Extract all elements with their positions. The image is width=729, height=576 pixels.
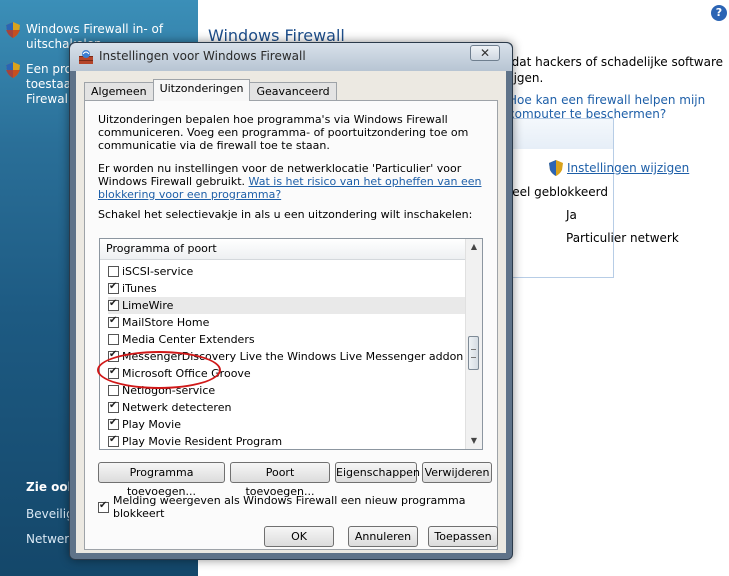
list-item[interactable]: Play Movie Resident Program bbox=[108, 433, 466, 450]
program-name: Netwerk detecteren bbox=[122, 401, 232, 414]
list-scrollbar[interactable]: ▲ ▼ bbox=[465, 239, 482, 449]
exceptions-description: Uitzonderingen bepalen hoe programma's v… bbox=[98, 113, 469, 152]
program-list[interactable]: Programma of poort iSCSI-service iTunes Li… bbox=[99, 238, 483, 450]
shield-icon bbox=[6, 22, 20, 38]
program-checkbox[interactable] bbox=[108, 366, 119, 379]
program-name: Media Center Extenders bbox=[122, 333, 255, 346]
program-name: LimeWire bbox=[122, 299, 174, 312]
notify-option[interactable]: Melding weergeven als Windows Firewall e… bbox=[98, 494, 497, 520]
properties-button[interactable]: Eigenschappen bbox=[335, 462, 420, 483]
program-name: MessengerDiscovery Live the Windows Live… bbox=[122, 350, 464, 363]
list-item[interactable]: Play Movie bbox=[108, 416, 466, 433]
list-item[interactable]: MailStore Home bbox=[108, 314, 466, 331]
tab-exceptions[interactable]: Uitzonderingen bbox=[152, 79, 251, 101]
program-name: Microsoft Office Groove bbox=[122, 367, 251, 380]
scroll-up-icon[interactable]: ▲ bbox=[466, 239, 482, 255]
tab-advanced[interactable]: Geavanceerd bbox=[249, 82, 337, 101]
apply-button[interactable]: Toepassen bbox=[428, 526, 498, 547]
shield-icon bbox=[549, 160, 563, 176]
tab-strip: Algemeen Uitzonderingen Geavanceerd bbox=[84, 79, 337, 101]
list-item[interactable]: iSCSI-service bbox=[108, 263, 466, 280]
change-settings-link[interactable]: Instellingen wijzigen bbox=[549, 160, 689, 176]
status-value-network: Particulier netwerk bbox=[566, 231, 679, 245]
remove-button[interactable]: Verwijderen bbox=[422, 462, 492, 483]
network-location-text: Er worden nu instellingen voor de netwer… bbox=[98, 162, 490, 201]
program-checkbox[interactable] bbox=[108, 400, 119, 413]
program-name: Play Movie bbox=[122, 418, 181, 431]
help-icon[interactable]: ? bbox=[711, 5, 727, 21]
program-name: iSCSI-service bbox=[122, 265, 194, 278]
program-checkbox[interactable] bbox=[108, 385, 119, 396]
scroll-thumb[interactable] bbox=[468, 336, 479, 370]
scroll-down-icon[interactable]: ▼ bbox=[466, 433, 482, 449]
checkbox-instruction: Schakel het selectievakje in als u een u… bbox=[98, 208, 473, 221]
shield-icon bbox=[6, 62, 20, 78]
notify-label: Melding weergeven als Windows Firewall e… bbox=[113, 494, 466, 520]
exceptions-panel: Uitzonderingen bepalen hoe programma's v… bbox=[84, 100, 498, 550]
firewall-icon bbox=[79, 50, 93, 64]
program-checkbox[interactable] bbox=[108, 266, 119, 277]
tab-general[interactable]: Algemeen bbox=[84, 82, 154, 101]
program-checkbox[interactable] bbox=[108, 349, 119, 362]
program-checkbox[interactable] bbox=[108, 334, 119, 345]
list-item[interactable]: Media Center Extenders bbox=[108, 331, 466, 348]
program-checkbox[interactable] bbox=[108, 417, 119, 430]
add-program-button[interactable]: Programma toevoegen... bbox=[98, 462, 225, 498]
program-checkbox[interactable] bbox=[108, 315, 119, 328]
list-item[interactable]: MessengerDiscovery Live the Windows Live… bbox=[108, 348, 466, 365]
program-checkbox[interactable] bbox=[108, 281, 119, 294]
dialog-body: Algemeen Uitzonderingen Geavanceerd Uitz… bbox=[76, 71, 506, 553]
list-item[interactable]: Microsoft Office Groove bbox=[108, 365, 466, 382]
list-header-program[interactable]: Programma of poort bbox=[100, 239, 466, 260]
dialog-title: Instellingen voor Windows Firewall bbox=[99, 49, 306, 63]
add-port-button[interactable]: Poort toevoegen... bbox=[230, 462, 330, 498]
list-item[interactable]: Netlogon-service bbox=[108, 382, 466, 399]
close-button[interactable]: ✕ bbox=[470, 45, 500, 61]
program-name: MailStore Home bbox=[122, 316, 210, 329]
ok-button[interactable]: OK bbox=[264, 526, 334, 547]
cancel-button[interactable]: Annuleren bbox=[348, 526, 418, 547]
program-checkbox[interactable] bbox=[108, 434, 119, 447]
list-item[interactable]: LimeWire bbox=[108, 297, 466, 314]
change-settings-label: Instellingen wijzigen bbox=[567, 161, 690, 175]
list-item[interactable]: Netwerk detecteren bbox=[108, 399, 466, 416]
notify-checkbox[interactable] bbox=[98, 500, 109, 513]
program-checkbox[interactable] bbox=[108, 298, 119, 311]
program-name: Play Movie Resident Program bbox=[122, 435, 283, 448]
dialog-titlebar[interactable]: Instellingen voor Windows Firewall ✕ bbox=[70, 43, 512, 71]
program-name: iTunes bbox=[122, 282, 157, 295]
help-question-link[interactable]: Hoe kan een firewall helpen mijn compute… bbox=[508, 93, 729, 121]
status-value-enabled: Ja bbox=[566, 208, 577, 222]
list-item[interactable]: iTunes bbox=[108, 280, 466, 297]
firewall-settings-dialog: Instellingen voor Windows Firewall ✕ Alg… bbox=[69, 42, 513, 560]
program-name: Netlogon-service bbox=[122, 384, 216, 397]
